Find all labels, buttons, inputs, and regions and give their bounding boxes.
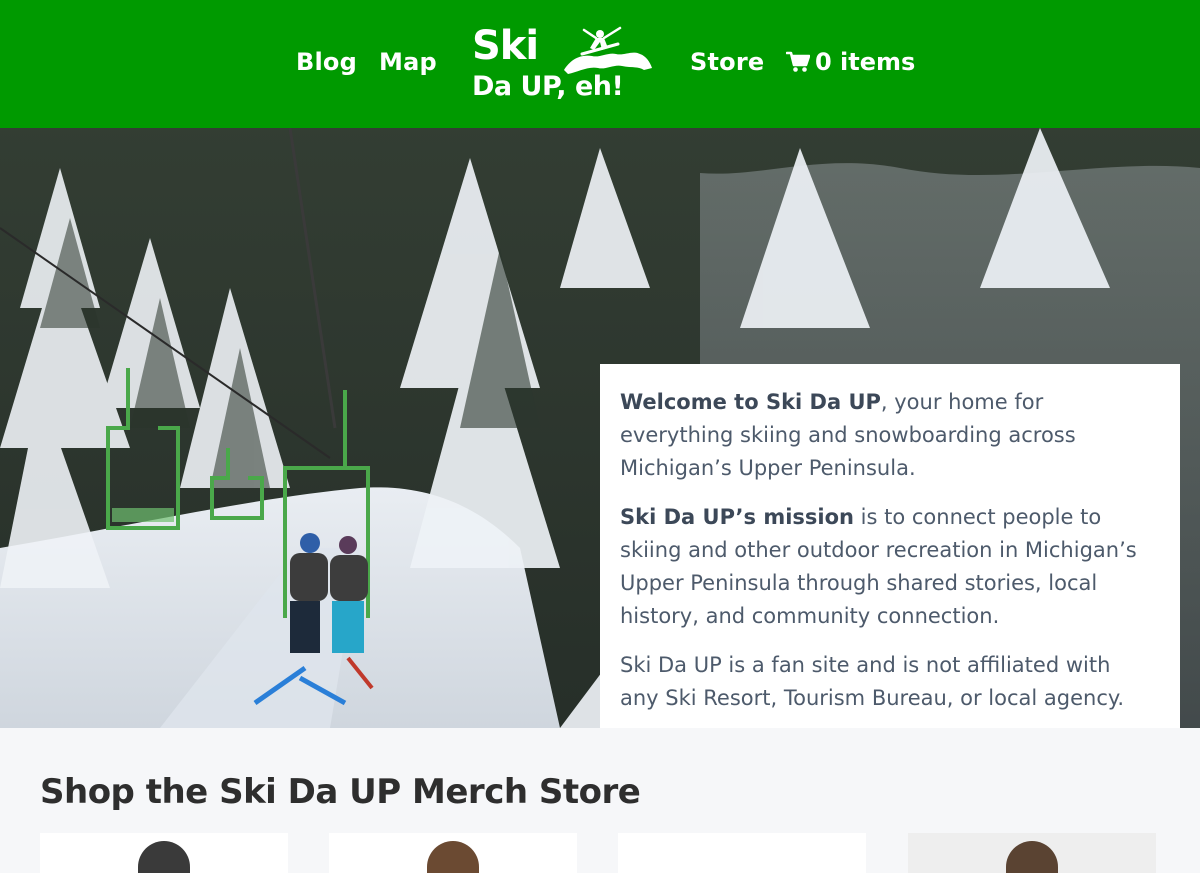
hero-section: Welcome to Ski Da UP, your home for ever… xyxy=(0,128,1200,728)
product-card[interactable] xyxy=(329,833,577,873)
product-card[interactable] xyxy=(618,833,866,873)
intro-paragraph-welcome: Welcome to Ski Da UP, your home for ever… xyxy=(620,386,1152,485)
intro-card: Welcome to Ski Da UP, your home for ever… xyxy=(600,364,1180,728)
product-image xyxy=(427,841,479,873)
product-image xyxy=(1006,841,1058,873)
intro-mission-heading: Ski Da UP’s mission xyxy=(620,505,854,529)
product-card[interactable] xyxy=(908,833,1156,873)
store-heading: Shop the Ski Da UP Merch Store xyxy=(40,772,641,812)
nav-store[interactable]: Store xyxy=(690,48,764,76)
intro-paragraph-mission: Ski Da UP’s mission is to connect people… xyxy=(620,501,1152,633)
logo-text-tagline: Da UP, eh! xyxy=(472,71,624,102)
product-card[interactable] xyxy=(40,833,288,873)
nav-map[interactable]: Map xyxy=(379,48,437,76)
cart-link[interactable]: 0 items xyxy=(786,48,915,76)
product-image xyxy=(138,841,190,873)
site-header: Blog Map Ski Da UP, eh! Store 0 items xyxy=(0,0,1200,128)
intro-welcome-heading: Welcome to Ski Da UP xyxy=(620,390,881,414)
intro-paragraph-disclaimer: Ski Da UP is a fan site and is not affil… xyxy=(620,653,1124,710)
cart-count: 0 items xyxy=(815,48,916,76)
site-logo[interactable]: Ski Da UP, eh! xyxy=(472,20,662,110)
store-section: Shop the Ski Da UP Merch Store xyxy=(0,728,1200,873)
cart-icon xyxy=(786,51,810,72)
nav-blog[interactable]: Blog xyxy=(296,48,357,76)
product-image xyxy=(716,841,768,873)
logo-text-ski: Ski xyxy=(472,23,539,69)
